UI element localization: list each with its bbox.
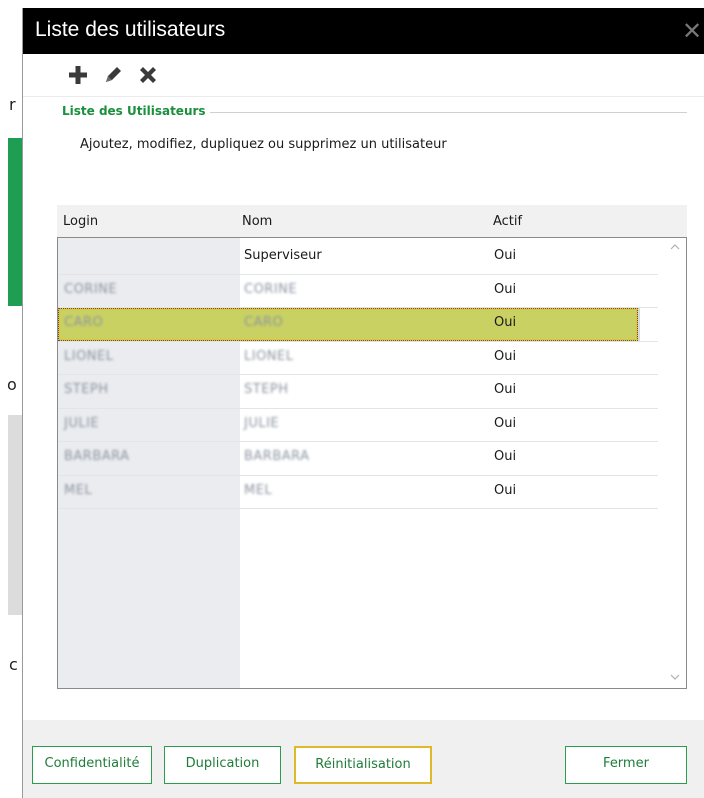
users-dialog: Liste des utilisateurs ✕ Liste des Utili… — [22, 8, 704, 798]
vertical-scrollbar[interactable] — [664, 238, 686, 688]
cell-nom: LIONEL — [244, 348, 294, 364]
cell-actif: Oui — [494, 415, 517, 431]
table-row[interactable]: Superviseur Oui — [58, 241, 658, 275]
table-row[interactable]: MEL MEL Oui — [58, 476, 658, 509]
table-row[interactable]: BARBARA BARBARA Oui — [58, 442, 658, 476]
cell-nom: MEL — [244, 482, 273, 498]
column-header-login[interactable]: Login — [63, 214, 98, 229]
background-window: r — [0, 0, 22, 798]
column-header-actif[interactable]: Actif — [493, 214, 522, 229]
table-row[interactable]: CORINE CORINE Oui — [58, 275, 658, 308]
reinitialisation-button[interactable]: Réinitialisation — [294, 746, 432, 784]
cell-login: MEL — [64, 482, 93, 498]
background-text: c — [9, 655, 18, 674]
add-icon[interactable] — [65, 62, 91, 88]
cell-nom: BARBARA — [244, 449, 310, 464]
background-text: o — [7, 375, 17, 394]
confidentialite-button[interactable]: Confidentialité — [32, 746, 152, 784]
cell-nom: JULIE — [244, 415, 280, 431]
users-table: Login Nom Actif Superviseur Oui CORINE CORI… — [57, 205, 687, 689]
cell-login: BARBARA — [64, 449, 130, 464]
cell-login: CORINE — [64, 281, 118, 297]
table-rows: Superviseur Oui CORINE CORINE Oui CARO CARO Oui… — [58, 241, 658, 509]
cell-login: LIONEL — [64, 348, 114, 364]
close-icon[interactable]: ✕ — [679, 14, 704, 48]
cell-nom: STEPH — [244, 382, 289, 397]
table-row[interactable]: CARO CARO Oui — [58, 308, 658, 342]
dialog-title: Liste des utilisateurs — [35, 18, 226, 41]
cell-actif: Oui — [494, 348, 517, 364]
table-row[interactable]: LIONEL LIONEL Oui — [58, 342, 658, 375]
cell-actif: Oui — [494, 281, 517, 297]
table-row[interactable]: JULIE JULIE Oui — [58, 409, 658, 442]
table-row[interactable]: STEPH STEPH Oui — [58, 375, 658, 409]
group-title: Liste des Utilisateurs — [62, 104, 210, 118]
duplication-button[interactable]: Duplication — [164, 746, 281, 784]
title-bar: Liste des utilisateurs ✕ — [23, 8, 704, 54]
toolbar — [23, 54, 704, 97]
cell-nom: CORINE — [244, 281, 298, 297]
scroll-up-icon[interactable] — [670, 242, 680, 252]
cell-actif: Oui — [494, 382, 517, 397]
cell-actif: Oui — [494, 315, 517, 330]
background-text: r — [9, 95, 16, 114]
scroll-down-icon[interactable] — [670, 672, 680, 682]
dialog-footer: Confidentialité Duplication Réinitialisa… — [23, 720, 704, 798]
cell-login: CARO — [64, 315, 104, 330]
table-header: Login Nom Actif — [57, 205, 687, 237]
group-description: Ajoutez, modifiez, dupliquez ou supprime… — [80, 137, 447, 152]
cell-nom: Superviseur — [244, 248, 322, 263]
edit-icon[interactable] — [100, 62, 126, 88]
delete-icon[interactable] — [135, 62, 161, 88]
cell-nom: CARO — [244, 315, 284, 330]
column-header-nom[interactable]: Nom — [242, 214, 272, 229]
cell-actif: Oui — [494, 482, 517, 498]
fermer-button[interactable]: Fermer — [565, 746, 687, 784]
cell-actif: Oui — [494, 449, 517, 464]
focus-rectangle — [58, 308, 638, 341]
cell-actif: Oui — [494, 248, 517, 263]
cell-login: JULIE — [64, 415, 100, 431]
cell-login: STEPH — [64, 382, 109, 397]
table-body: Superviseur Oui CORINE CORINE Oui CARO CARO Oui… — [57, 237, 687, 689]
